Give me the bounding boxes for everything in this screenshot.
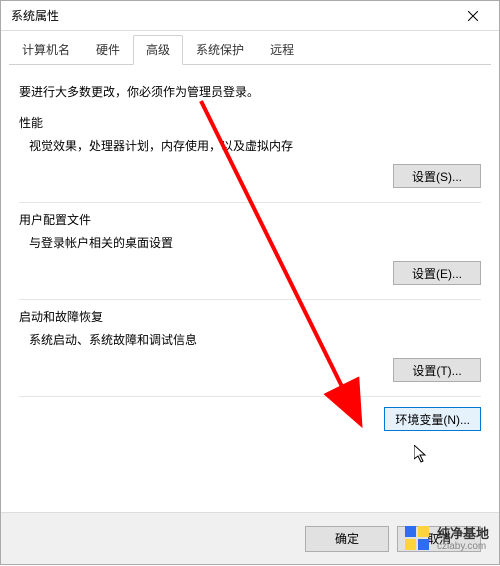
group-performance: 性能 视觉效果，处理器计划，内存使用，以及虚拟内存 设置(S)...: [19, 114, 481, 188]
watermark-logo-icon: [405, 526, 431, 552]
separator: [19, 396, 481, 397]
group-user-profiles-title: 用户配置文件: [19, 211, 481, 228]
group-performance-desc: 视觉效果，处理器计划，内存使用，以及虚拟内存: [29, 137, 481, 154]
separator: [19, 299, 481, 300]
group-startup-recovery-title: 启动和故障恢复: [19, 308, 481, 325]
system-properties-window: 系统属性 计算机名 硬件 高级 系统保护 远程 要进行大多数更改，你必须作为管理…: [0, 0, 500, 565]
startup-recovery-settings-button[interactable]: 设置(T)...: [393, 358, 481, 382]
user-profiles-settings-button[interactable]: 设置(E)...: [393, 261, 481, 285]
tab-system-protection[interactable]: 系统保护: [183, 35, 257, 65]
titlebar: 系统属性: [1, 1, 499, 31]
tab-hardware[interactable]: 硬件: [83, 35, 133, 65]
watermark-name: 纯净基地: [437, 527, 489, 540]
tab-advanced[interactable]: 高级: [133, 35, 183, 65]
performance-settings-button[interactable]: 设置(S)...: [393, 164, 481, 188]
group-startup-recovery-desc: 系统启动、系统故障和调试信息: [29, 331, 481, 348]
group-startup-recovery: 启动和故障恢复 系统启动、系统故障和调试信息 设置(T)...: [19, 308, 481, 382]
tab-remote[interactable]: 远程: [257, 35, 307, 65]
watermark: 纯净基地 czlaby.com: [405, 526, 489, 552]
window-title: 系统属性: [11, 7, 453, 24]
environment-variables-button[interactable]: 环境变量(N)...: [384, 407, 481, 431]
admin-required-text: 要进行大多数更改，你必须作为管理员登录。: [19, 83, 481, 100]
group-performance-title: 性能: [19, 114, 481, 131]
tab-content-advanced: 要进行大多数更改，你必须作为管理员登录。 性能 视觉效果，处理器计划，内存使用，…: [1, 65, 499, 431]
tab-computer-name[interactable]: 计算机名: [9, 35, 83, 65]
group-user-profiles: 用户配置文件 与登录帐户相关的桌面设置 设置(E)...: [19, 211, 481, 285]
separator: [19, 202, 481, 203]
group-user-profiles-desc: 与登录帐户相关的桌面设置: [29, 234, 481, 251]
tabstrip: 计算机名 硬件 高级 系统保护 远程: [9, 37, 491, 65]
watermark-url: czlaby.com: [437, 542, 489, 552]
close-icon: [468, 11, 478, 21]
cursor-icon: [414, 445, 430, 465]
ok-button[interactable]: 确定: [305, 526, 389, 552]
close-button[interactable]: [453, 2, 493, 30]
